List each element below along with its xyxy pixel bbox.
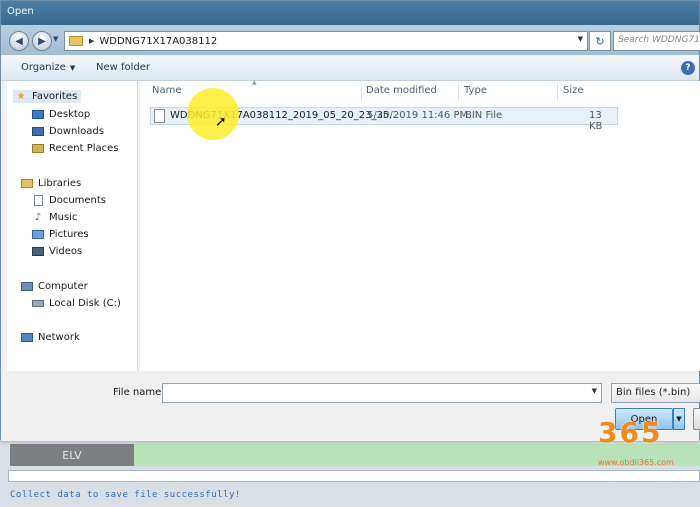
- star-icon: ★: [16, 91, 26, 102]
- nav-favorites[interactable]: ★ Favorites: [13, 90, 82, 103]
- nav-item-recent-places[interactable]: Recent Places: [32, 143, 119, 154]
- recent-places-icon: [32, 143, 44, 154]
- new-folder-button[interactable]: New folder: [96, 62, 150, 73]
- file-size: 13 KB: [589, 110, 603, 132]
- breadcrumb[interactable]: ▶ WDDNG71X17A038112 ▼: [64, 31, 588, 51]
- nav-label: Pictures: [49, 229, 89, 240]
- chevron-down-icon[interactable]: ▼: [592, 387, 597, 395]
- nav-label: Libraries: [38, 178, 82, 189]
- nav-label: Computer: [38, 281, 88, 292]
- progress-bar: [8, 470, 700, 482]
- pictures-icon: [32, 229, 44, 240]
- recent-locations-dropdown[interactable]: ▼: [53, 35, 61, 47]
- breadcrumb-path[interactable]: WDDNG71X17A038112: [99, 36, 217, 47]
- nav-label: Downloads: [49, 126, 104, 137]
- nav-label: Desktop: [49, 109, 91, 120]
- back-button[interactable]: ◀: [9, 31, 29, 51]
- cursor-highlight: [187, 88, 239, 140]
- nav-label: Videos: [49, 246, 83, 257]
- nav-item-documents[interactable]: Documents: [32, 195, 106, 206]
- file-name-input[interactable]: ▼: [162, 383, 602, 403]
- folder-icon: [69, 36, 83, 46]
- nav-item-videos[interactable]: Videos: [32, 246, 82, 257]
- search-input[interactable]: Search WDDNG71: [613, 31, 700, 51]
- file-date: 5/20/2019 11:46 PM: [367, 110, 469, 121]
- network-icon: [21, 332, 33, 343]
- nav-computer[interactable]: Computer: [21, 281, 88, 292]
- nav-item-pictures[interactable]: Pictures: [32, 229, 89, 240]
- nav-item-music[interactable]: ♪ Music: [32, 212, 78, 223]
- file-name-label: File name:: [113, 387, 165, 398]
- title-bar[interactable]: Open: [1, 1, 699, 25]
- nav-item-desktop[interactable]: Desktop: [32, 109, 90, 120]
- file-icon: [154, 109, 165, 123]
- library-icon: [21, 178, 33, 189]
- column-header-date[interactable]: Date modified: [366, 85, 437, 96]
- cancel-button[interactable]: [693, 408, 700, 430]
- nav-label: Music: [49, 212, 78, 223]
- arrow-left-icon: ◀: [15, 35, 23, 47]
- nav-network[interactable]: Network: [21, 332, 80, 343]
- column-divider[interactable]: [458, 83, 459, 101]
- nav-label: Network: [38, 332, 80, 343]
- elv-button[interactable]: ELV: [10, 444, 134, 466]
- nav-label: Favorites: [32, 91, 78, 102]
- dialog-footer: File name: ▼ Bin files (*.bin) Open ▼: [1, 371, 700, 441]
- watermark-logo: 365: [598, 416, 663, 449]
- help-icon[interactable]: ?: [681, 61, 695, 75]
- nav-label: Local Disk (C:): [49, 298, 121, 309]
- open-dialog: Open ◀ ▶ ▼ ▶ WDDNG71X17A038112 ▼ ↻ Searc…: [0, 0, 700, 441]
- forward-button[interactable]: ▶: [32, 31, 52, 51]
- chevron-right-icon[interactable]: ▶: [89, 37, 94, 45]
- column-header-size[interactable]: Size: [563, 85, 584, 96]
- music-icon: ♪: [34, 212, 42, 223]
- chevron-down-icon[interactable]: ▼: [578, 35, 583, 43]
- mouse-pointer-icon: ➚: [215, 114, 227, 130]
- file-list: Name ▲ Date modified Type Size WDDNG71X1…: [140, 79, 700, 371]
- chevron-down-icon: ▼: [69, 64, 76, 72]
- column-header-type[interactable]: Type: [464, 85, 487, 96]
- documents-icon: [32, 195, 44, 206]
- navigation-pane: ★ Favorites Desktop Downloads Recent Pla…: [7, 81, 138, 371]
- desktop-icon: [32, 109, 44, 120]
- nav-label: Documents: [49, 195, 107, 206]
- nav-item-local-disk[interactable]: Local Disk (C:): [32, 298, 121, 309]
- column-divider[interactable]: [361, 83, 362, 101]
- nav-libraries[interactable]: Libraries: [21, 178, 81, 189]
- hard-drive-icon: [32, 298, 44, 309]
- window-title: Open: [7, 6, 34, 17]
- sort-ascending-icon: ▲: [252, 79, 257, 86]
- videos-icon: [32, 246, 44, 257]
- toolbar: Organize ▼ New folder ?: [1, 55, 699, 81]
- status-message: Collect data to save file successfully!: [10, 490, 241, 500]
- nav-label: Recent Places: [49, 143, 119, 154]
- refresh-button[interactable]: ↻: [589, 31, 611, 51]
- computer-icon: [21, 281, 33, 292]
- downloads-icon: [32, 126, 44, 137]
- file-type: BIN File: [465, 110, 503, 121]
- column-header-name[interactable]: Name: [152, 85, 182, 96]
- organize-label: Organize: [21, 62, 66, 73]
- organize-button[interactable]: Organize ▼: [21, 62, 75, 73]
- arrow-right-icon: ▶: [38, 35, 46, 47]
- nav-item-downloads[interactable]: Downloads: [32, 126, 104, 137]
- watermark-url: www.obdii365.com: [598, 458, 674, 467]
- refresh-icon: ↻: [595, 34, 605, 48]
- column-divider[interactable]: [557, 83, 558, 101]
- address-bar: ◀ ▶ ▼ ▶ WDDNG71X17A038112 ▼ ↻ Search WDD…: [1, 25, 700, 55]
- watermark: 365 www.obdii365.com: [598, 412, 694, 474]
- file-type-select[interactable]: Bin files (*.bin): [611, 383, 700, 403]
